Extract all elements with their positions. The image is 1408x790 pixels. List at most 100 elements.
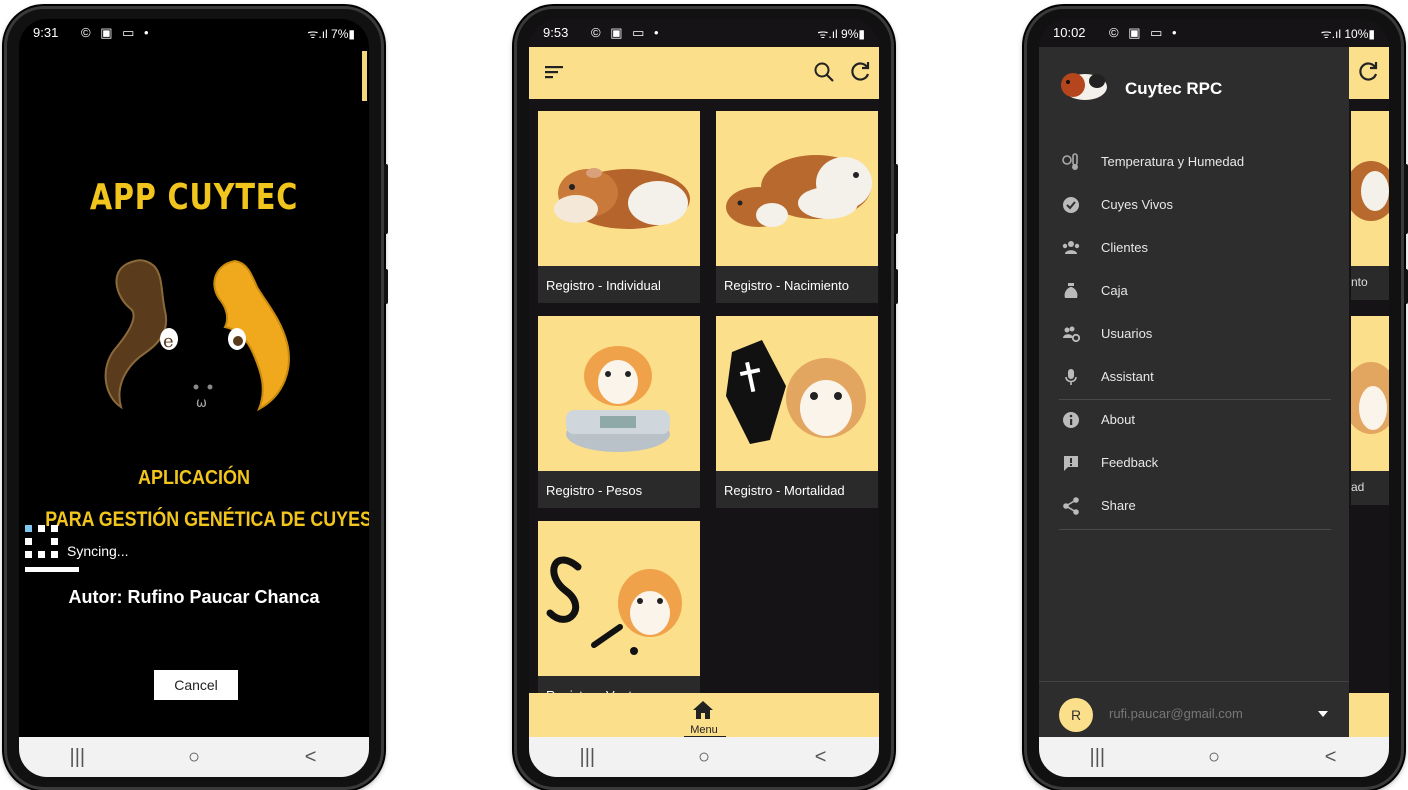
bottom-nav-background <box>1343 693 1389 739</box>
svg-text:e: e <box>163 331 174 352</box>
subtitle-aplicacion: APLICACIÓN <box>137 467 250 489</box>
author-label: Autor: Rufino Paucar Chanca <box>68 587 320 607</box>
home-icon[interactable]: ○ <box>674 746 734 769</box>
drawer-item-clientes[interactable]: Clientes <box>1061 236 1341 260</box>
guinea-pig-image <box>538 111 700 266</box>
refresh-icon <box>1359 62 1378 81</box>
user-settings-icon <box>1063 326 1081 343</box>
feedback-icon <box>1064 456 1078 471</box>
share-icon <box>1063 497 1079 515</box>
status-time: 9:53 <box>543 25 569 40</box>
drawer-item-share[interactable]: Share <box>1061 494 1341 518</box>
status-notification-icons: © ▣ ▭ • <box>81 25 152 40</box>
app-bar <box>529 47 879 99</box>
guinea-pig-image <box>716 111 878 266</box>
home-icon[interactable]: ○ <box>164 746 224 769</box>
card-label: Registro - Mortalidad <box>724 483 845 498</box>
back-icon[interactable]: < <box>791 746 851 769</box>
side-button <box>384 269 388 304</box>
drawer-divider <box>1059 529 1331 530</box>
syncing-label: Syncing... <box>67 543 129 559</box>
side-button <box>1404 269 1408 304</box>
drawer-item-about[interactable]: About <box>1061 408 1341 432</box>
guinea-pig-logo-icon <box>1061 73 1107 100</box>
phone-splash: 9:31 © ▣ ▭ • ᯤ.ıl 7%▮ APP CUYTEC e ω APL… <box>4 6 388 790</box>
drawer-item-cuyes-vivos[interactable]: Cuyes Vivos <box>1061 193 1341 217</box>
status-bar: 9:53 © ▣ ▭ • ᯤ.ıl 9%▮ <box>529 19 879 47</box>
drawer-item-caja[interactable]: Caja <box>1061 279 1341 303</box>
check-circle-icon <box>1063 197 1079 213</box>
menu-icon[interactable] <box>545 63 565 81</box>
refresh-icon[interactable] <box>847 59 873 85</box>
phone-drawer: 10:02 © ▣ ▭ • ᯤ.ıl 10%▮ nto ad Cuytec RP… <box>1024 6 1408 790</box>
status-notification-icons: © ▣ ▭ • <box>1109 25 1180 40</box>
scale-guinea-pig-image <box>538 316 700 471</box>
thermometer-icon <box>1062 153 1078 170</box>
users-icon <box>1062 241 1080 254</box>
sync-progress-bar <box>25 567 79 572</box>
recent-apps-icon[interactable]: ||| <box>557 746 617 769</box>
drawer-title: Cuytec RPC <box>1125 79 1223 98</box>
back-icon[interactable]: < <box>1301 746 1361 769</box>
card-registro-nacimiento[interactable]: Registro - Nacimiento <box>716 111 878 303</box>
back-icon[interactable]: < <box>281 746 341 769</box>
sync-overlay: Syncing... <box>25 525 128 575</box>
microphone-icon <box>1065 369 1077 385</box>
recent-apps-icon[interactable]: ||| <box>47 746 107 769</box>
account-footer[interactable]: R rufi.paucar@gmail.com <box>1039 681 1349 740</box>
drawer-item-feedback[interactable]: Feedback <box>1061 451 1341 475</box>
svg-text:ω: ω <box>196 396 207 411</box>
recent-apps-icon[interactable]: ||| <box>1067 746 1127 769</box>
android-nav-bar: ||| ○ < <box>529 737 879 777</box>
status-time: 9:31 <box>33 25 59 40</box>
drawer-item-assistant[interactable]: Assistant <box>1061 365 1341 389</box>
drawer-item-usuarios[interactable]: Usuarios <box>1061 322 1341 346</box>
status-battery: ᯤ.ıl 9%▮ <box>817 27 865 41</box>
home-icon[interactable] <box>692 700 714 720</box>
background-card-label: nto <box>1351 266 1389 300</box>
chevron-down-icon[interactable] <box>1317 710 1329 718</box>
bottom-nav-menu-label[interactable]: Menu <box>529 724 879 736</box>
status-notification-icons: © ▣ ▭ • <box>591 25 662 40</box>
home-icon[interactable]: ○ <box>1184 746 1244 769</box>
sales-guinea-pig-image <box>538 521 700 676</box>
status-bar: 9:31 © ▣ ▭ • ᯤ.ıl 7%▮ <box>19 19 369 47</box>
drawer-item-temperatura[interactable]: Temperatura y Humedad <box>1061 150 1341 174</box>
splash-screen: 9:31 © ▣ ▭ • ᯤ.ıl 7%▮ APP CUYTEC e ω APL… <box>19 19 369 777</box>
card-registro-pesos[interactable]: Registro - Pesos <box>538 316 700 508</box>
background-card-label: ad <box>1351 471 1389 505</box>
drawer-screen: 10:02 © ▣ ▭ • ᯤ.ıl 10%▮ nto ad Cuytec RP… <box>1039 19 1389 777</box>
status-battery: ᯤ.ıl 7%▮ <box>307 27 355 41</box>
avatar: R <box>1059 698 1093 732</box>
card-registro-mortalidad[interactable]: Registro - Mortalidad <box>716 316 878 508</box>
account-email: rufi.paucar@gmail.com <box>1109 706 1243 721</box>
status-bar: 10:02 © ▣ ▭ • ᯤ.ıl 10%▮ <box>1039 19 1389 47</box>
side-button <box>384 164 388 234</box>
side-button <box>894 269 898 304</box>
card-registro-individual[interactable]: Registro - Individual <box>538 111 700 303</box>
drawer-divider <box>1059 399 1331 400</box>
cancel-button[interactable]: Cancel <box>154 670 238 700</box>
cuytec-logo-icon: e ω <box>104 259 290 412</box>
navigation-drawer: Cuytec RPC Temperatura y Humedad Cuyes V… <box>1039 47 1349 739</box>
side-button <box>1404 164 1408 234</box>
app-title: APP CUYTEC <box>89 177 299 218</box>
card-registro-ventas[interactable]: Registro - Ventas <box>538 521 700 713</box>
android-nav-bar: ||| ○ < <box>19 737 369 777</box>
background-card <box>1343 316 1389 471</box>
card-label: Registro - Nacimiento <box>724 278 849 293</box>
app-bar-background <box>1343 47 1389 99</box>
phone-menu: 9:53 © ▣ ▭ • ᯤ.ıl 9%▮ Registro - Individ… <box>514 6 898 790</box>
status-battery: ᯤ.ıl 10%▮ <box>1320 27 1375 41</box>
info-icon <box>1063 412 1079 428</box>
android-nav-bar: ||| ○ < <box>1039 737 1389 777</box>
money-bag-icon <box>1064 283 1078 298</box>
card-label: Registro - Pesos <box>546 483 643 498</box>
status-time: 10:02 <box>1053 25 1086 40</box>
card-label: Registro - Individual <box>546 278 661 293</box>
search-icon[interactable] <box>811 59 837 85</box>
scroll-indicator <box>362 51 367 101</box>
side-button <box>894 164 898 234</box>
coffin-guinea-pig-image <box>716 316 878 471</box>
background-card <box>1345 111 1389 266</box>
